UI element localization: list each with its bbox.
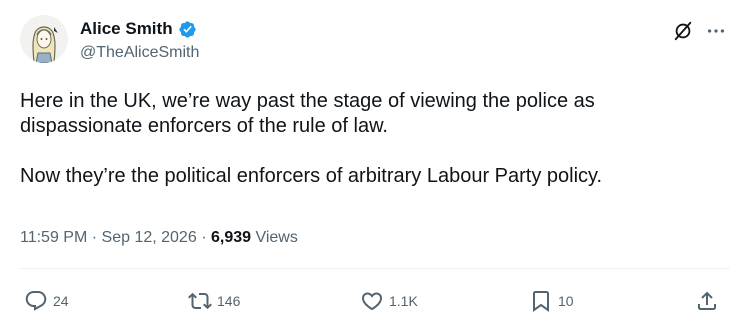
reply-count: 24 [53,293,69,309]
separator-dot: · [201,229,211,246]
reply-icon [25,291,47,311]
tweet-time[interactable]: 11:59 PM [20,229,87,246]
verified-badge-icon[interactable] [178,20,197,39]
share-button[interactable] [695,286,719,316]
tweet-paragraph: Here in the UK, we’re way past the stage… [20,90,595,137]
author-name[interactable]: Alice Smith [80,19,173,39]
separator-dot: · [91,229,102,246]
action-bar: 24 146 1.1K 10 [0,286,750,316]
reply-button[interactable]: 24 [24,286,69,316]
share-icon [698,291,716,310]
heart-icon [361,292,383,311]
grok-icon[interactable] [672,20,694,42]
tweet-paragraph: Now they’re the political enforcers of a… [20,165,603,187]
like-button[interactable]: 1.1K [360,286,418,316]
repost-icon [188,292,212,310]
bookmark-button[interactable]: 10 [529,286,574,316]
views-label: Views [255,229,298,246]
tweet-metadata: 11:59 PM · Sep 12, 2026 · 6,939 Views [20,228,298,248]
author-name-row[interactable]: Alice Smith [80,19,197,39]
tweet-text: Here in the UK, we’re way past the stage… [20,89,720,189]
tweet-card: Alice Smith @TheAliceSmith Here in the U… [0,0,750,332]
divider [20,268,730,269]
repost-button[interactable]: 146 [188,286,240,316]
views-count: 6,939 [210,229,252,246]
avatar-illustration [20,15,68,63]
more-icon[interactable] [705,21,727,41]
avatar[interactable] [20,15,68,63]
tweet-date[interactable]: Sep 12, 2026 [102,229,197,246]
author-handle[interactable]: @TheAliceSmith [80,43,199,63]
like-count: 1.1K [389,293,418,309]
repost-count: 146 [217,293,241,309]
bookmark-count: 10 [558,293,574,309]
bookmark-icon [533,291,549,312]
